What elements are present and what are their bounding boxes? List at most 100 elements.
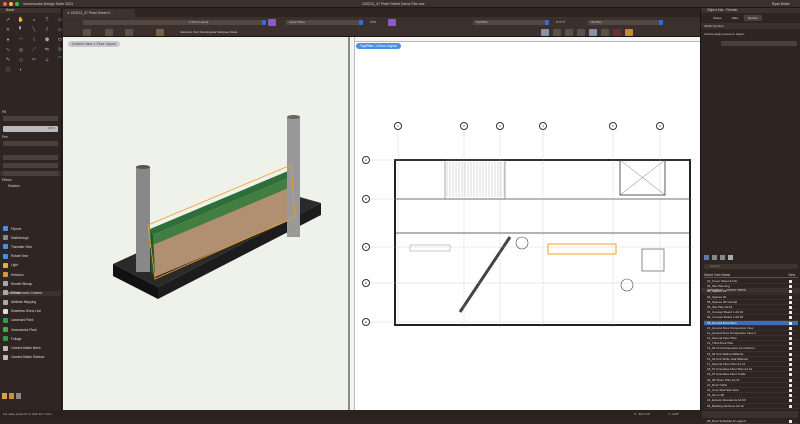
texture-dropdown[interactable] (721, 41, 797, 46)
zoom-window-button[interactable] (15, 2, 19, 6)
building-shell-toolset-tab[interactable] (9, 393, 14, 399)
zoom-tool-icon[interactable]: ✕ (2, 25, 14, 34)
snap-grid-button[interactable] (541, 29, 549, 36)
lasso-mode-button[interactable] (105, 28, 113, 36)
polygon-mode-button[interactable] (125, 28, 133, 36)
view-checkbox[interactable] (789, 285, 792, 289)
snap-surface-button[interactable] (613, 29, 621, 36)
tool-set-item[interactable]: Light (0, 261, 61, 270)
view-checkbox[interactable] (789, 295, 792, 299)
tool-set-item[interactable]: Landmark Plant (0, 316, 61, 325)
view-checkbox[interactable] (789, 305, 792, 309)
tool-set-item[interactable]: Rotate View (0, 252, 61, 261)
saved-view-row[interactable]: 28_Door Schedule & Legend (704, 419, 798, 424)
tool-set-item[interactable]: Heliodon (0, 270, 61, 279)
reshape-tool-icon[interactable]: ◇ (15, 55, 27, 64)
view-checkbox[interactable] (789, 331, 792, 335)
line-tool-icon[interactable]: ╲ (28, 25, 40, 34)
view-checkbox[interactable] (789, 316, 792, 320)
3d-viewport[interactable]: Custom View: 1-Floor Layout (63, 37, 348, 410)
view-checkbox[interactable] (789, 337, 792, 341)
view-checkbox[interactable] (789, 420, 792, 424)
view-checkbox[interactable] (789, 352, 792, 356)
tool-set-item[interactable]: Flyover (0, 224, 61, 233)
user-name[interactable]: Ryan Butler (772, 2, 790, 6)
view-checkbox[interactable] (789, 290, 792, 294)
freehand-tool-icon[interactable]: ∿ (2, 45, 14, 54)
visualization-toolset-tab[interactable] (2, 393, 7, 399)
minimize-window-button[interactable] (9, 2, 13, 6)
tool-set-item[interactable]: Foliage (0, 334, 61, 343)
tab-shape[interactable]: Shape (709, 15, 726, 21)
tool-set-item[interactable]: Seamless Direct Line (0, 307, 61, 316)
double-line-tool-icon[interactable]: ⫽ (41, 25, 53, 34)
shadow-checkbox[interactable]: Shadow (8, 184, 20, 188)
zoom-level[interactable]: 37% (370, 20, 376, 24)
sheet-layers-tab-icon[interactable] (720, 255, 725, 260)
dims-toolset-tab[interactable] (16, 393, 21, 399)
view-dropdown[interactable]: Top/Plan (473, 19, 549, 25)
selection-tool-icon[interactable]: ➚ (2, 15, 14, 24)
circle-tool-icon[interactable]: ● (2, 35, 14, 44)
fill-opacity-slider[interactable]: 100% (3, 126, 58, 132)
tool-set-item[interactable]: Translate View (0, 242, 61, 251)
view-checkbox[interactable] (789, 300, 792, 304)
column-name-header[interactable]: Saved View Name (704, 273, 730, 277)
tool-set-item[interactable]: Camera Match Mesh (0, 343, 61, 352)
snap-intersection-button[interactable] (589, 29, 597, 36)
view-checkbox[interactable] (789, 342, 792, 346)
offset-tool-icon[interactable]: ⟋ (28, 45, 40, 54)
snap-distance-button[interactable] (577, 29, 585, 36)
tool-set-item[interactable]: Camera Match Shadow (0, 353, 61, 362)
arc-tool-icon[interactable]: ◠ (15, 35, 27, 44)
view-checkbox[interactable] (789, 363, 792, 366)
arrowheads-dropdown[interactable] (3, 171, 58, 176)
polyline-tool-icon[interactable]: ⌇ (28, 35, 40, 44)
pan-tool-icon[interactable]: ✋ (15, 15, 27, 24)
tab-data[interactable]: Data (728, 15, 742, 21)
tool-set-item[interactable]: Renderworks Camera (0, 288, 61, 297)
view-checkbox[interactable] (789, 378, 792, 382)
text-tool-icon[interactable]: T (41, 15, 53, 24)
clip-tool-icon[interactable]: ✂ (28, 55, 40, 64)
view-checkbox[interactable] (789, 311, 792, 315)
layers-tab-icon[interactable] (712, 255, 717, 260)
close-window-button[interactable] (3, 2, 7, 6)
pen-opacity-field[interactable] (3, 155, 58, 160)
dimension-tool-icon[interactable]: ▘ (15, 25, 27, 34)
saved-views-tab-icon[interactable] (728, 255, 733, 260)
layer-dropdown[interactable]: 1-Floor Layout (186, 19, 266, 25)
document-tab[interactable]: ✕ 230213_47 Pearl Street D... (63, 9, 135, 17)
view-checkbox[interactable] (789, 347, 792, 351)
split-tool-icon[interactable]: ⟂ (41, 55, 53, 64)
navigation-footer-buttons[interactable] (702, 411, 798, 418)
line-thickness-dropdown[interactable] (3, 163, 58, 168)
working-plane-button[interactable] (625, 29, 633, 36)
tool-set-item[interactable]: Vectorworks Plant (0, 325, 61, 334)
classes-tab-icon[interactable] (704, 255, 709, 260)
flyover-tool-icon[interactable]: ◒ (28, 15, 40, 24)
view-checkbox[interactable] (789, 357, 792, 361)
view-checkbox[interactable] (789, 394, 792, 398)
attribute-mapping-tool-icon[interactable]: ⬠ (2, 65, 14, 74)
view-checkbox[interactable] (789, 404, 792, 408)
mirror-tool-icon[interactable]: ⇋ (41, 45, 53, 54)
plan-viewport[interactable]: Top/Plan: 1-Floor Layout 123456 ABCDE (350, 37, 700, 410)
spiral-tool-icon[interactable]: ◎ (15, 45, 27, 54)
view-checkbox[interactable] (789, 326, 792, 330)
view-checkbox[interactable] (789, 321, 792, 325)
tool-set-item[interactable]: Walkthrough (0, 233, 61, 242)
snap-object-button[interactable] (553, 29, 561, 36)
layer-options-button[interactable] (268, 18, 276, 26)
class-dropdown[interactable] (83, 19, 191, 25)
tab-render[interactable]: Render (744, 15, 762, 21)
standard-view-button[interactable] (388, 18, 396, 26)
view-checkbox[interactable] (789, 388, 792, 392)
plane-dropdown[interactable]: Layer Plane (286, 19, 363, 25)
visibility-tool-icon[interactable]: ◐ (15, 65, 27, 74)
snap-button[interactable] (156, 28, 164, 36)
view-checkbox[interactable] (789, 280, 792, 283)
polygon-tool-icon[interactable]: ⬟ (41, 35, 53, 44)
fill-style-dropdown[interactable] (3, 116, 58, 121)
view-checkbox[interactable] (789, 368, 792, 372)
